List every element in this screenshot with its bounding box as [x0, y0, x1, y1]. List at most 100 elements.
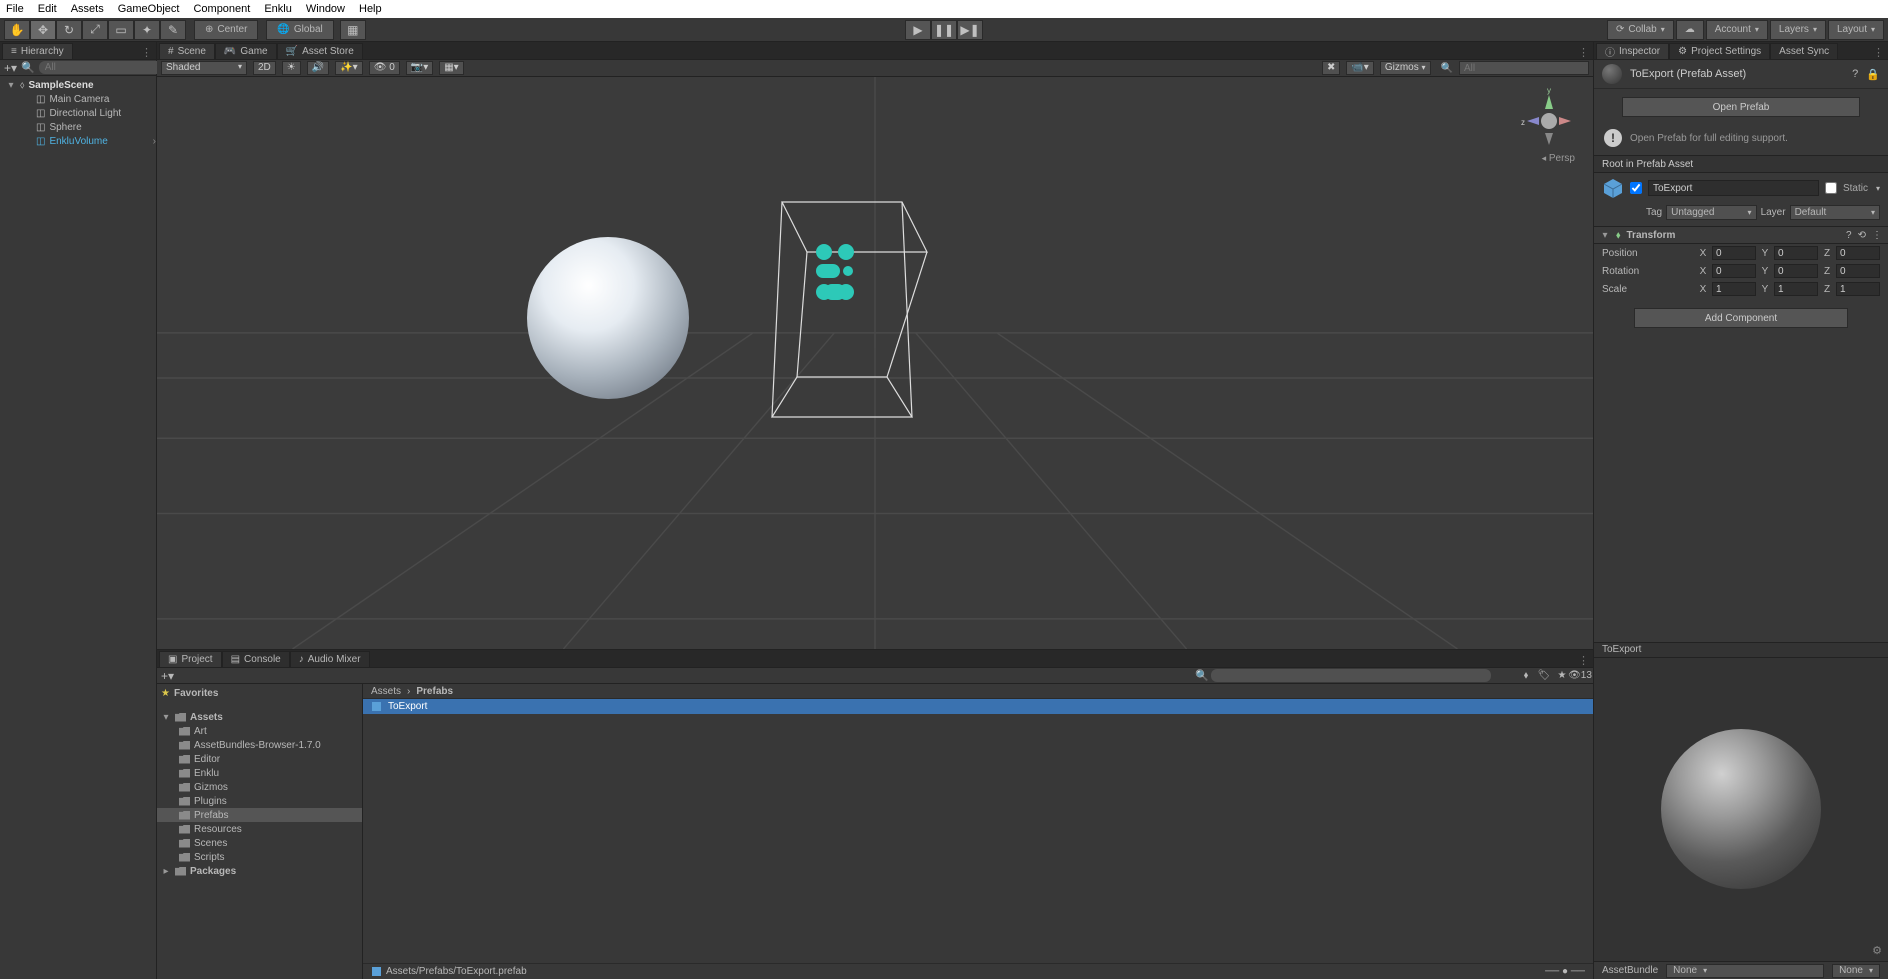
reset-icon[interactable]: ⟲	[1858, 230, 1866, 241]
hidden-toggle[interactable]: 👁13	[1571, 669, 1589, 683]
rotate-tool[interactable]: ↻	[56, 20, 82, 40]
camera-toggle[interactable]: 📷▾	[406, 61, 433, 75]
hand-tool[interactable]: ✋	[4, 20, 30, 40]
hierarchy-item-selected[interactable]: ◫EnkluVolume›	[0, 134, 156, 148]
menu-edit[interactable]: Edit	[38, 3, 57, 15]
pivot-global-toggle[interactable]: 🌐Global	[266, 20, 333, 40]
assetbundle-variant-dropdown[interactable]: None▾	[1832, 964, 1880, 978]
folder-row[interactable]: Scripts	[157, 850, 362, 864]
rect-tool[interactable]: ▭	[108, 20, 134, 40]
help-icon[interactable]: ?	[1852, 68, 1858, 80]
scale-z-field[interactable]	[1836, 282, 1880, 296]
camera-icon[interactable]: 📹▾	[1346, 61, 1373, 75]
tab-console[interactable]: ▤Console	[222, 651, 290, 667]
scene-wireframe-cube[interactable]	[747, 177, 937, 427]
folder-row[interactable]: Scenes	[157, 836, 362, 850]
rotation-x-field[interactable]	[1712, 264, 1756, 278]
menu-enklu[interactable]: Enklu	[264, 3, 292, 15]
hidden-objects[interactable]: 👁 0	[369, 61, 400, 75]
rotation-z-field[interactable]	[1836, 264, 1880, 278]
tab-audio-mixer[interactable]: ♪Audio Mixer	[290, 651, 370, 667]
panel-menu-icon[interactable]: ⋮	[1574, 654, 1593, 667]
menu-gameobject[interactable]: GameObject	[118, 3, 180, 15]
account-dropdown[interactable]: Account▾	[1706, 20, 1768, 40]
create-dropdown[interactable]: +▾	[161, 669, 174, 683]
project-search-input[interactable]	[1211, 669, 1491, 682]
preview-settings-icon[interactable]: ⚙	[1872, 944, 1882, 957]
tab-asset-store[interactable]: 🛒Asset Store	[277, 43, 363, 59]
panel-menu-icon[interactable]: ⋮	[1869, 46, 1888, 59]
scene-search-input[interactable]	[1459, 61, 1589, 75]
fold-icon[interactable]: ▾	[1600, 230, 1610, 241]
zoom-slider[interactable]: ── ● ──	[1545, 966, 1585, 977]
snap-toggle[interactable]: ▦	[340, 20, 366, 40]
layer-dropdown[interactable]: Default▾	[1790, 205, 1880, 220]
object-name-field[interactable]	[1648, 180, 1819, 196]
create-dropdown[interactable]: +▾	[4, 61, 17, 75]
panel-menu-icon[interactable]: ⋮	[137, 46, 156, 59]
cloud-button[interactable]: ☁	[1676, 20, 1704, 40]
menu-assets[interactable]: Assets	[71, 3, 104, 15]
step-button[interactable]: ▶❚	[957, 20, 983, 40]
rotation-y-field[interactable]	[1774, 264, 1818, 278]
folder-row-selected[interactable]: Prefabs	[157, 808, 362, 822]
orientation-gizmo[interactable]: y z	[1519, 85, 1579, 155]
position-y-field[interactable]	[1774, 246, 1818, 260]
static-checkbox[interactable]	[1825, 182, 1837, 194]
filter-by-label[interactable]: 🏷	[1535, 669, 1553, 683]
menu-file[interactable]: File	[6, 3, 24, 15]
add-component-button[interactable]: Add Component	[1634, 308, 1848, 328]
tab-scene[interactable]: #Scene	[159, 43, 215, 59]
position-z-field[interactable]	[1836, 246, 1880, 260]
component-menu-icon[interactable]: ⋮	[1872, 230, 1882, 241]
asset-preview[interactable]: ⚙	[1594, 658, 1888, 962]
folder-row[interactable]: Resources	[157, 822, 362, 836]
breadcrumb-item[interactable]: Assets	[371, 686, 401, 697]
move-tool[interactable]: ✥	[30, 20, 56, 40]
menu-help[interactable]: Help	[359, 3, 382, 15]
2d-toggle[interactable]: 2D	[253, 61, 276, 75]
panel-menu-icon[interactable]: ⋮	[1574, 46, 1593, 59]
breadcrumb-item[interactable]: Prefabs	[416, 686, 453, 697]
folder-row[interactable]: Gizmos	[157, 780, 362, 794]
audio-toggle[interactable]: 🔊	[307, 61, 329, 75]
play-button[interactable]: ▶	[905, 20, 931, 40]
folder-row[interactable]: Editor	[157, 752, 362, 766]
pause-button[interactable]: ❚❚	[931, 20, 957, 40]
persp-label[interactable]: ◂ Persp	[1542, 153, 1575, 164]
asset-item-selected[interactable]: ToExport	[363, 699, 1593, 714]
custom-tool[interactable]: ✎	[160, 20, 186, 40]
menu-window[interactable]: Window	[306, 3, 345, 15]
open-prefab-button[interactable]: Open Prefab	[1622, 97, 1860, 117]
lighting-toggle[interactable]: ☀	[282, 61, 301, 75]
assetbundle-dropdown[interactable]: None▾	[1666, 964, 1824, 978]
collab-dropdown[interactable]: ⟳Collab▾	[1607, 20, 1674, 40]
folder-row[interactable]: AssetBundles-Browser-1.7.0	[157, 738, 362, 752]
grid-toggle[interactable]: ▦▾	[439, 61, 463, 75]
hierarchy-item[interactable]: ◫Sphere	[0, 120, 156, 134]
scale-tool[interactable]: ⤢	[82, 20, 108, 40]
hierarchy-item[interactable]: ◫Directional Light	[0, 106, 156, 120]
tab-project-settings[interactable]: ⚙Project Settings	[1669, 43, 1770, 59]
packages-row[interactable]: ▸Packages	[157, 864, 362, 878]
hierarchy-item[interactable]: ◫Main Camera	[0, 92, 156, 106]
tag-dropdown[interactable]: Untagged▾	[1666, 205, 1756, 220]
scene-viewport[interactable]: y z ◂ Persp	[157, 77, 1593, 649]
tab-project[interactable]: ▣Project	[159, 651, 222, 667]
preview-header[interactable]: ToExport	[1594, 642, 1888, 658]
menu-component[interactable]: Component	[193, 3, 250, 15]
gizmos-dropdown[interactable]: Gizmos ▾	[1380, 61, 1431, 75]
scale-y-field[interactable]	[1774, 282, 1818, 296]
transform-component-header[interactable]: ▾ ⬧ Transform ? ⟲ ⋮	[1594, 226, 1888, 244]
folder-row[interactable]: Art	[157, 724, 362, 738]
draw-mode-dropdown[interactable]: Shaded▾	[161, 61, 247, 75]
scene-sphere-object[interactable]	[527, 237, 689, 399]
tools-icon[interactable]: ✖	[1322, 61, 1340, 75]
position-x-field[interactable]	[1712, 246, 1756, 260]
enabled-checkbox[interactable]	[1630, 182, 1642, 194]
layers-dropdown[interactable]: Layers▾	[1770, 20, 1826, 40]
help-icon[interactable]: ?	[1846, 230, 1852, 241]
folder-row[interactable]: Plugins	[157, 794, 362, 808]
tab-asset-sync[interactable]: Asset Sync	[1770, 43, 1838, 59]
lock-icon[interactable]: 🔒	[1866, 68, 1880, 81]
